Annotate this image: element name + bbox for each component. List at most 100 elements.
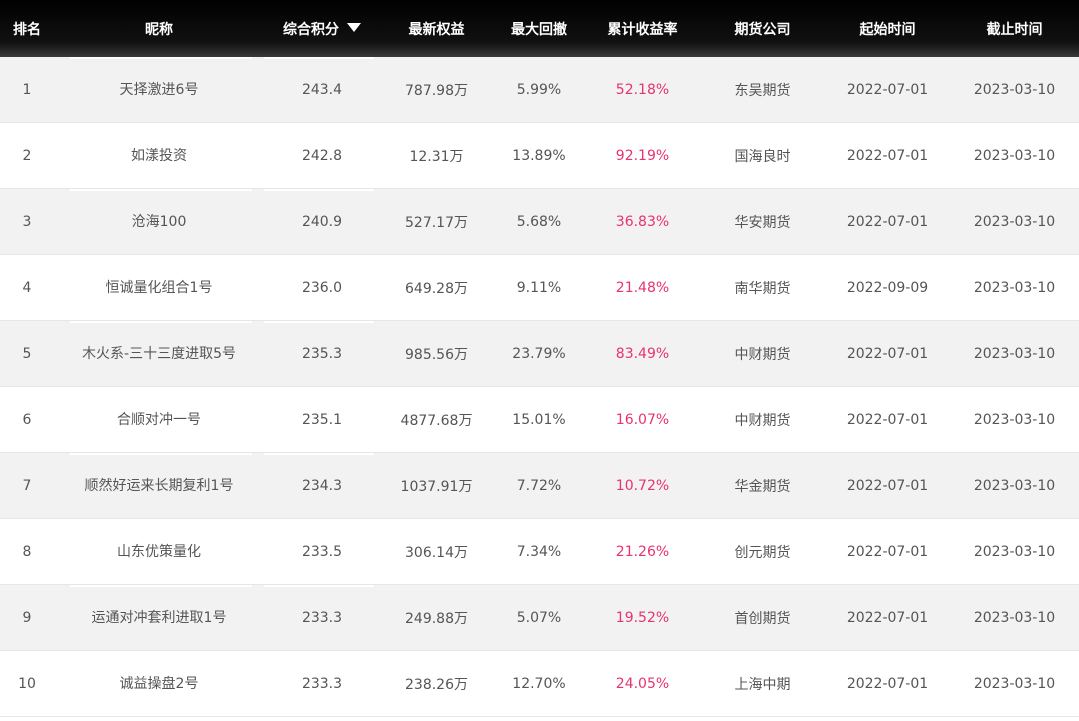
return-cell: 21.26% <box>615 544 670 560</box>
header-end[interactable]: 截止时间 <box>950 19 1079 39</box>
broker-cell: 南华期货 <box>734 281 791 297</box>
table-row[interactable]: 4 恒诚量化组合1号 236.0 649.28万 9.11% 21.48% 南华期货 2022… <box>0 255 1079 321</box>
start-date-cell: 2022-07-01 <box>846 676 929 692</box>
end-date-cell: 2023-03-10 <box>973 544 1056 560</box>
score-cell: 233.3 <box>264 585 380 651</box>
table-row[interactable]: 10 诚益操盘2号 233.3 238.26万 12.70% 24.05% 上海中期 2022… <box>0 651 1079 717</box>
equity-cell: 249.88万 <box>405 611 468 627</box>
drawdown-cell: 7.34% <box>516 544 562 560</box>
broker-cell: 首创期货 <box>734 611 791 627</box>
header-score[interactable]: 综合积分 <box>264 19 380 39</box>
drawdown-cell: 15.01% <box>512 412 566 428</box>
table-row[interactable]: 5 木火系-三十三度进取5号 235.3 985.56万 23.79% 83.49% 中财期… <box>0 321 1079 387</box>
name-cell[interactable]: 山东优策量化 <box>54 519 264 585</box>
rank-cell: 5 <box>22 346 32 362</box>
return-cell: 19.52% <box>615 610 670 626</box>
table-row[interactable]: 3 沧海100 240.9 527.17万 5.68% 36.83% 华安期货 2022-07… <box>0 189 1079 255</box>
broker-cell: 中财期货 <box>734 347 791 363</box>
drawdown-cell: 5.99% <box>516 82 562 98</box>
score-cell: 243.4 <box>264 57 380 123</box>
rank-cell: 7 <box>22 478 32 494</box>
rank-cell: 10 <box>18 676 36 692</box>
drawdown-cell: 23.79% <box>512 346 566 362</box>
equity-cell: 985.56万 <box>405 347 468 363</box>
start-date-cell: 2022-07-01 <box>846 412 929 428</box>
score-cell: 235.3 <box>264 321 380 387</box>
drawdown-cell: 12.70% <box>512 676 566 692</box>
name-cell[interactable]: 恒诚量化组合1号 <box>54 255 264 321</box>
end-date-cell: 2023-03-10 <box>973 280 1056 296</box>
sort-down-icon[interactable] <box>347 22 361 32</box>
score-cell: 242.8 <box>301 148 343 164</box>
rank-cell: 4 <box>22 280 32 296</box>
equity-cell: 649.28万 <box>405 281 468 297</box>
rank-cell: 1 <box>22 82 32 98</box>
end-date-cell: 2023-03-10 <box>973 214 1056 230</box>
table-row[interactable]: 9 运通对冲套利进取1号 233.3 249.88万 5.07% 19.52% 首创期货 20… <box>0 585 1079 651</box>
rank-cell: 2 <box>22 148 32 164</box>
return-cell: 10.72% <box>615 478 670 494</box>
header-start[interactable]: 起始时间 <box>825 19 950 39</box>
return-cell: 52.18% <box>615 82 670 98</box>
return-cell: 16.07% <box>615 412 670 428</box>
header-name[interactable]: 昵称 <box>54 19 264 39</box>
ranking-table: 排名 昵称 综合积分 最新权益 最大回撤 累计收益率 期货公司 起始时间 截止时… <box>0 0 1079 717</box>
drawdown-cell: 13.89% <box>512 148 566 164</box>
return-cell: 92.19% <box>615 148 670 164</box>
return-cell: 36.83% <box>615 214 670 230</box>
start-date-cell: 2022-07-01 <box>846 544 929 560</box>
equity-cell: 4877.68万 <box>400 413 473 429</box>
table-row[interactable]: 7 顺然好运来长期复利1号 234.3 1037.91万 7.72% 10.72% 华金期货… <box>0 453 1079 519</box>
drawdown-cell: 9.11% <box>516 280 562 296</box>
start-date-cell: 2022-07-01 <box>846 478 929 494</box>
broker-cell: 创元期货 <box>734 545 791 561</box>
table-header: 排名 昵称 综合积分 最新权益 最大回撤 累计收益率 期货公司 起始时间 截止时… <box>0 0 1079 57</box>
rank-cell: 8 <box>22 544 32 560</box>
table-row[interactable]: 8 山东优策量化 233.5 306.14万 7.34% 21.26% 创元期货 2022-0… <box>0 519 1079 585</box>
end-date-cell: 2023-03-10 <box>973 148 1056 164</box>
table-row[interactable]: 1 天择激进6号 243.4 787.98万 5.99% 52.18% 东吴期货 2022-0… <box>0 57 1079 123</box>
equity-cell: 306.14万 <box>405 545 468 561</box>
table-body: 1 天择激进6号 243.4 787.98万 5.99% 52.18% 东吴期货 2022-0… <box>0 57 1079 717</box>
start-date-cell: 2022-07-01 <box>846 346 929 362</box>
equity-cell: 787.98万 <box>405 83 468 99</box>
equity-cell: 12.31万 <box>409 149 464 165</box>
score-cell: 233.5 <box>301 544 343 560</box>
score-cell: 233.3 <box>301 676 343 692</box>
table-row[interactable]: 6 合顺对冲一号 235.1 4877.68万 15.01% 16.07% 中财期货 2022… <box>0 387 1079 453</box>
start-date-cell: 2022-07-01 <box>846 214 929 230</box>
name-cell[interactable]: 如漾投资 <box>54 123 264 189</box>
start-date-cell: 2022-07-01 <box>846 610 929 626</box>
broker-cell: 中财期货 <box>734 413 791 429</box>
equity-cell: 238.26万 <box>405 677 468 693</box>
header-return[interactable]: 累计收益率 <box>585 19 700 39</box>
end-date-cell: 2023-03-10 <box>973 478 1056 494</box>
score-cell: 240.9 <box>264 189 380 255</box>
rank-cell: 3 <box>22 214 32 230</box>
end-date-cell: 2023-03-10 <box>973 346 1056 362</box>
name-cell[interactable]: 顺然好运来长期复利1号 <box>54 453 264 519</box>
header-drawdown[interactable]: 最大回撤 <box>493 19 585 39</box>
name-cell[interactable]: 诚益操盘2号 <box>54 651 264 717</box>
return-cell: 24.05% <box>615 676 670 692</box>
start-date-cell: 2022-07-01 <box>846 148 929 164</box>
name-cell[interactable]: 沧海100 <box>54 189 264 255</box>
end-date-cell: 2023-03-10 <box>973 412 1056 428</box>
score-cell: 234.3 <box>264 453 380 519</box>
end-date-cell: 2023-03-10 <box>973 82 1056 98</box>
equity-cell: 1037.91万 <box>400 479 473 495</box>
table-row[interactable]: 2 如漾投资 242.8 12.31万 13.89% 92.19% 国海良时 2022-07-… <box>0 123 1079 189</box>
header-broker[interactable]: 期货公司 <box>700 19 825 39</box>
name-cell[interactable]: 合顺对冲一号 <box>54 387 264 453</box>
broker-cell: 华安期货 <box>734 215 791 231</box>
header-rank[interactable]: 排名 <box>0 19 54 39</box>
name-cell[interactable]: 运通对冲套利进取1号 <box>54 585 264 651</box>
name-cell[interactable]: 天择激进6号 <box>54 57 264 123</box>
header-equity[interactable]: 最新权益 <box>380 19 493 39</box>
name-cell[interactable]: 木火系-三十三度进取5号 <box>54 321 264 387</box>
broker-cell: 华金期货 <box>734 479 791 495</box>
header-score-label: 综合积分 <box>283 21 339 38</box>
drawdown-cell: 5.07% <box>516 610 562 626</box>
broker-cell: 东吴期货 <box>734 83 791 99</box>
equity-cell: 527.17万 <box>405 215 468 231</box>
